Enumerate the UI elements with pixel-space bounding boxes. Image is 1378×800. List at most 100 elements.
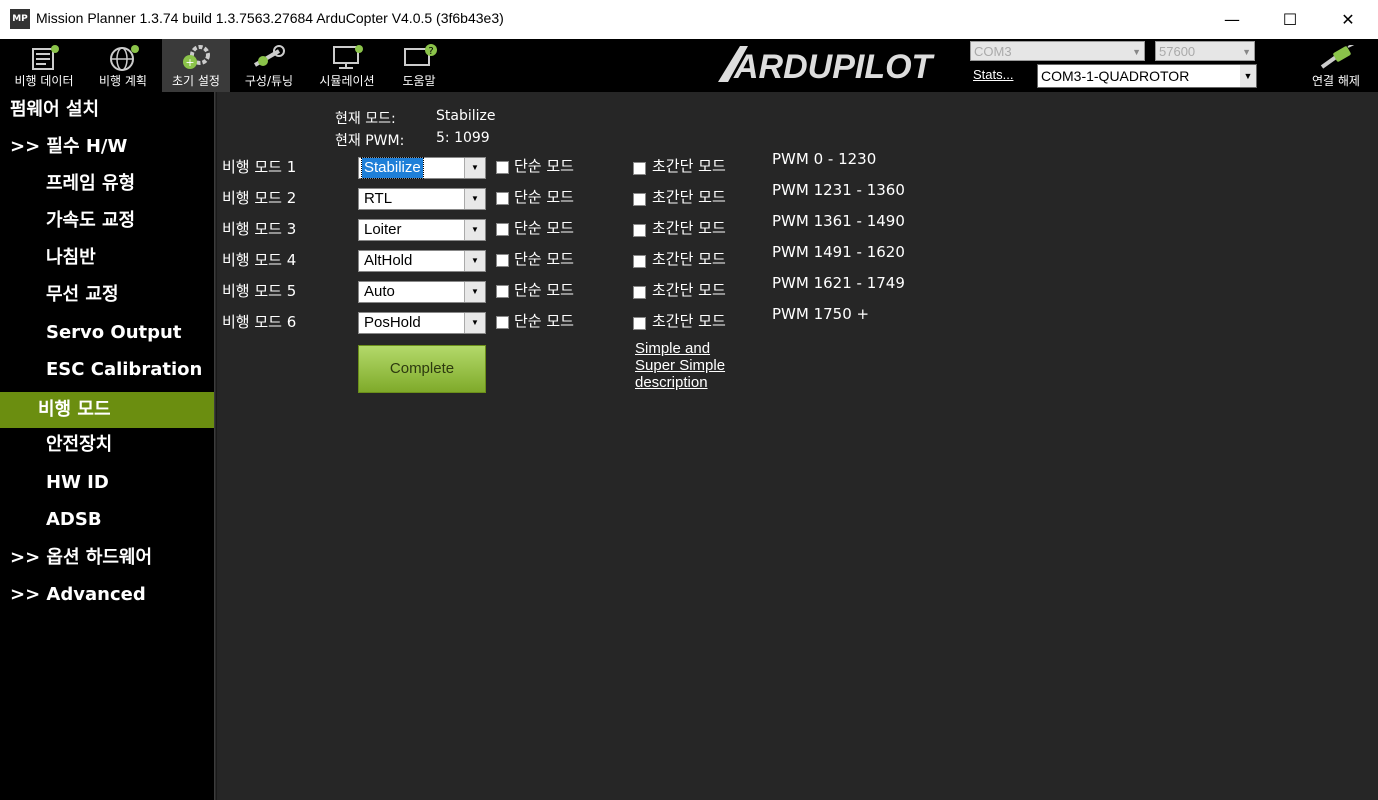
help-button[interactable]: ? 도움말	[390, 39, 448, 92]
logo-text: ARDUPILOT	[733, 48, 936, 86]
chevron-down-icon: ▼	[464, 251, 485, 271]
maximize-button[interactable]: ☐	[1261, 0, 1319, 39]
flight-mode-select[interactable]: Stabilize ▼	[358, 157, 486, 179]
chevron-down-icon: ▼	[1132, 47, 1141, 57]
simple-mode-checkbox[interactable]	[496, 285, 509, 298]
simple-mode-label: 단순 모드	[514, 219, 574, 237]
flight-mode-select[interactable]: Auto ▼	[358, 281, 486, 303]
flight-mode-label: 비행 모드 1	[222, 158, 297, 176]
baud-select[interactable]: 57600 ▼	[1155, 41, 1255, 61]
pwm-range: PWM 1621 - 1749	[772, 274, 905, 292]
flight-plan-label: 비행 계획	[99, 74, 147, 88]
super-simple-label: 초간단 모드	[652, 219, 726, 237]
pwm-range: PWM 1750 +	[772, 305, 870, 323]
flight-mode-label: 비행 모드 4	[222, 251, 297, 269]
super-simple-checkbox[interactable]	[633, 255, 646, 268]
simulation-label: 시뮬레이션	[319, 74, 375, 88]
flight-mode-select[interactable]: Loiter ▼	[358, 219, 486, 241]
flight-mode-value: PosHold	[364, 314, 421, 331]
initial-setup-label: 초기 설정	[172, 74, 220, 88]
help-label: 도움말	[402, 74, 436, 88]
simple-mode-checkbox[interactable]	[496, 316, 509, 329]
help-icon: ?	[404, 44, 437, 66]
flight-mode-label: 비행 모드 5	[222, 282, 297, 300]
simulation-icon	[333, 45, 363, 69]
stats-link[interactable]: Stats...	[973, 67, 1013, 82]
simple-mode-checkbox[interactable]	[496, 161, 509, 174]
super-simple-label: 초간단 모드	[652, 281, 726, 299]
flight-mode-label: 비행 모드 2	[222, 189, 297, 207]
close-button[interactable]: ✕	[1319, 0, 1377, 39]
config-tuning-label: 구성/튜닝	[244, 74, 294, 88]
super-simple-checkbox[interactable]	[633, 286, 646, 299]
flight-mode-select[interactable]: RTL ▼	[358, 188, 486, 210]
simple-mode-label: 단순 모드	[514, 312, 574, 330]
title-bar: MP Mission Planner 1.3.74 build 1.3.7563…	[0, 0, 1378, 39]
flight-mode-select[interactable]: AltHold ▼	[358, 250, 486, 272]
pwm-range: PWM 1491 - 1620	[772, 243, 905, 261]
simple-description-link[interactable]: Simple and Super Simple description	[635, 340, 725, 391]
flight-mode-value: Auto	[364, 283, 395, 300]
sidebar-item-advanced[interactable]: >> Advanced	[0, 577, 224, 613]
link-line: Super Simple	[635, 357, 726, 374]
flight-data-button[interactable]: 비행 데이터	[4, 39, 84, 92]
ardupilot-logo: ARDUPILOT	[718, 46, 936, 86]
chevron-down-icon: ▼	[1242, 47, 1251, 57]
complete-button[interactable]: Complete	[358, 345, 486, 393]
pwm-range: PWM 0 - 1230	[772, 150, 877, 168]
super-simple-label: 초간단 모드	[652, 157, 726, 175]
port-select[interactable]: COM3 ▼	[970, 41, 1145, 61]
sidebar-item-mandatory-hw[interactable]: >> 필수 H/W	[0, 129, 224, 165]
pwm-range: PWM 1231 - 1360	[772, 181, 905, 199]
svg-text:+: +	[185, 56, 194, 69]
simple-mode-label: 단순 모드	[514, 188, 574, 206]
simple-mode-label: 단순 모드	[514, 281, 574, 299]
simulation-button[interactable]: 시뮬레이션	[308, 39, 386, 92]
setup-sidebar: 펌웨어 설치 >> 필수 H/W 프레임 유형 가속도 교정 나침반 무선 교정…	[0, 92, 252, 800]
super-simple-checkbox[interactable]	[633, 317, 646, 330]
profile-value: COM3-1-QUADROTOR	[1041, 68, 1190, 84]
flight-mode-select[interactable]: PosHold ▼	[358, 312, 486, 334]
super-simple-checkbox[interactable]	[633, 224, 646, 237]
current-mode-label: 현재 모드:	[335, 111, 396, 127]
super-simple-label: 초간단 모드	[652, 188, 726, 206]
super-simple-checkbox[interactable]	[633, 162, 646, 175]
current-pwm-value: 5: 1099	[436, 130, 490, 146]
chevron-down-icon: ▼	[1240, 65, 1256, 87]
disconnect-button[interactable]: 연결 해제	[1300, 39, 1372, 92]
simple-mode-checkbox[interactable]	[496, 223, 509, 236]
chevron-down-icon: ▼	[464, 313, 485, 333]
simple-mode-checkbox[interactable]	[496, 254, 509, 267]
sidebar-item-firmware[interactable]: 펌웨어 설치	[0, 92, 224, 128]
initial-setup-button[interactable]: + 초기 설정	[162, 39, 230, 92]
flight-plan-button[interactable]: 비행 계획	[88, 39, 158, 92]
simple-mode-checkbox[interactable]	[496, 192, 509, 205]
chevron-down-icon: ▼	[464, 282, 485, 302]
config-tuning-button[interactable]: 구성/튜닝	[234, 39, 304, 92]
app-logo-icon: MP	[10, 9, 30, 29]
window-title: Mission Planner 1.3.74 build 1.3.7563.27…	[36, 10, 504, 26]
pwm-range: PWM 1361 - 1490	[772, 212, 905, 230]
plug-icon	[1320, 45, 1355, 69]
svg-text:?: ?	[428, 46, 433, 57]
sidebar-item-optional-hw[interactable]: >> 옵션 하드웨어	[0, 540, 224, 576]
chevron-down-icon: ▼	[464, 158, 485, 178]
profile-select[interactable]: COM3-1-QUADROTOR ▼	[1037, 64, 1257, 88]
flight-data-label: 비행 데이터	[14, 74, 74, 88]
flight-mode-value: Loiter	[364, 221, 402, 238]
initial-setup-icon: +	[183, 45, 210, 69]
disconnect-label: 연결 해제	[1312, 74, 1360, 88]
link-line: Simple and	[635, 340, 711, 357]
simple-mode-label: 단순 모드	[514, 250, 574, 268]
super-simple-label: 초간단 모드	[652, 250, 726, 268]
chevron-down-icon: ▼	[464, 220, 485, 240]
flight-data-icon	[32, 45, 59, 70]
flight-mode-value: Stabilize	[361, 157, 424, 179]
baud-value: 57600	[1159, 44, 1196, 59]
flight-mode-label: 비행 모드 3	[222, 220, 297, 238]
minimize-button[interactable]: —	[1203, 0, 1261, 39]
link-line: description	[635, 374, 708, 391]
flight-mode-label: 비행 모드 6	[222, 313, 297, 331]
super-simple-checkbox[interactable]	[633, 193, 646, 206]
super-simple-label: 초간단 모드	[652, 312, 726, 330]
